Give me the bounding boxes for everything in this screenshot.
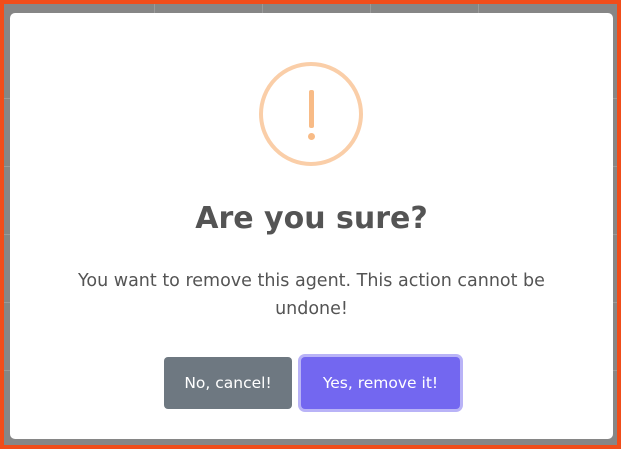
confirm-dialog: Are you sure? You want to remove this ag…: [10, 13, 613, 439]
warning-exclamation-icon: [259, 62, 363, 166]
dialog-title: Are you sure?: [195, 201, 428, 236]
exclamation-dot: [308, 133, 315, 140]
cancel-button[interactable]: No, cancel!: [164, 357, 292, 409]
confirm-remove-button[interactable]: Yes, remove it!: [301, 357, 460, 409]
exclamation-bar: [309, 90, 314, 128]
dialog-message: You want to remove this agent. This acti…: [78, 271, 545, 319]
